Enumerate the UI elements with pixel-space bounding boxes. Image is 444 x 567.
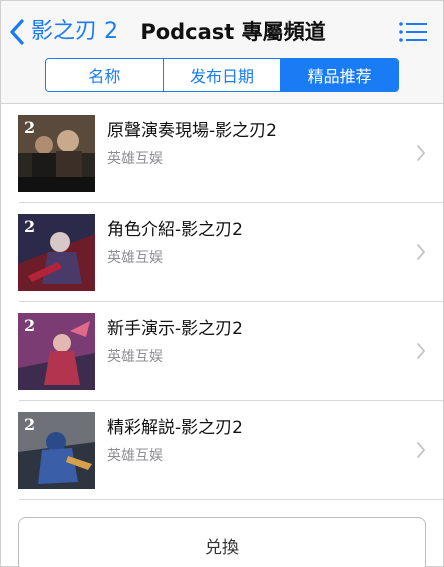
episode-artwork-icon: 2 xyxy=(18,313,95,390)
list-item[interactable]: 2 新手演示-影之刃2 英雄互娱 xyxy=(1,302,443,401)
episode-author: 英雄互娱 xyxy=(107,250,163,266)
svg-text:2: 2 xyxy=(24,118,35,137)
svg-text:2: 2 xyxy=(24,415,35,434)
episode-author: 英雄互娱 xyxy=(107,151,163,167)
list-menu-button[interactable] xyxy=(399,21,427,43)
tab-name[interactable]: 名称 xyxy=(46,59,163,91)
episode-title: 精彩解説-影之刃2 xyxy=(107,418,243,438)
chevron-right-icon xyxy=(416,243,426,261)
tab-release-date[interactable]: 发布日期 xyxy=(162,59,281,91)
episode-title: 原聲演奏現場-影之刃2 xyxy=(107,121,277,141)
episode-artwork-icon: 2 xyxy=(18,115,95,192)
svg-text:2: 2 xyxy=(24,217,35,236)
tab-featured[interactable]: 精品推荐 xyxy=(280,59,398,91)
redeem-button[interactable]: 兑換 xyxy=(18,517,426,567)
episode-title: 角色介紹-影之刃2 xyxy=(107,220,243,240)
episode-artwork-icon: 2 xyxy=(18,214,95,291)
chevron-right-icon xyxy=(416,144,426,162)
episode-list: 2 原聲演奏現場-影之刃2 英雄互娱 2 角色介紹-影之刃2 英雄互娱 2 新手… xyxy=(1,104,443,500)
episode-artwork-icon: 2 xyxy=(18,412,95,489)
chevron-right-icon xyxy=(416,342,426,360)
page-title: Podcast 專屬頻道 xyxy=(140,20,326,44)
list-item[interactable]: 2 原聲演奏現場-影之刃2 英雄互娱 xyxy=(1,104,443,203)
list-menu-icon xyxy=(399,22,427,42)
list-item[interactable]: 2 精彩解説-影之刃2 英雄互娱 xyxy=(1,401,443,500)
navigation-bar: 影之刃 2 Podcast 專屬頻道 名称 发布日期 精品推荐 xyxy=(1,1,443,104)
sort-segmented-control: 名称 发布日期 精品推荐 xyxy=(45,58,399,92)
episode-title: 新手演示-影之刃2 xyxy=(107,319,243,339)
svg-text:2: 2 xyxy=(24,316,35,335)
episode-author: 英雄互娱 xyxy=(107,448,163,464)
list-item[interactable]: 2 角色介紹-影之刃2 英雄互娱 xyxy=(1,203,443,302)
episode-author: 英雄互娱 xyxy=(107,349,163,365)
chevron-right-icon xyxy=(416,441,426,459)
